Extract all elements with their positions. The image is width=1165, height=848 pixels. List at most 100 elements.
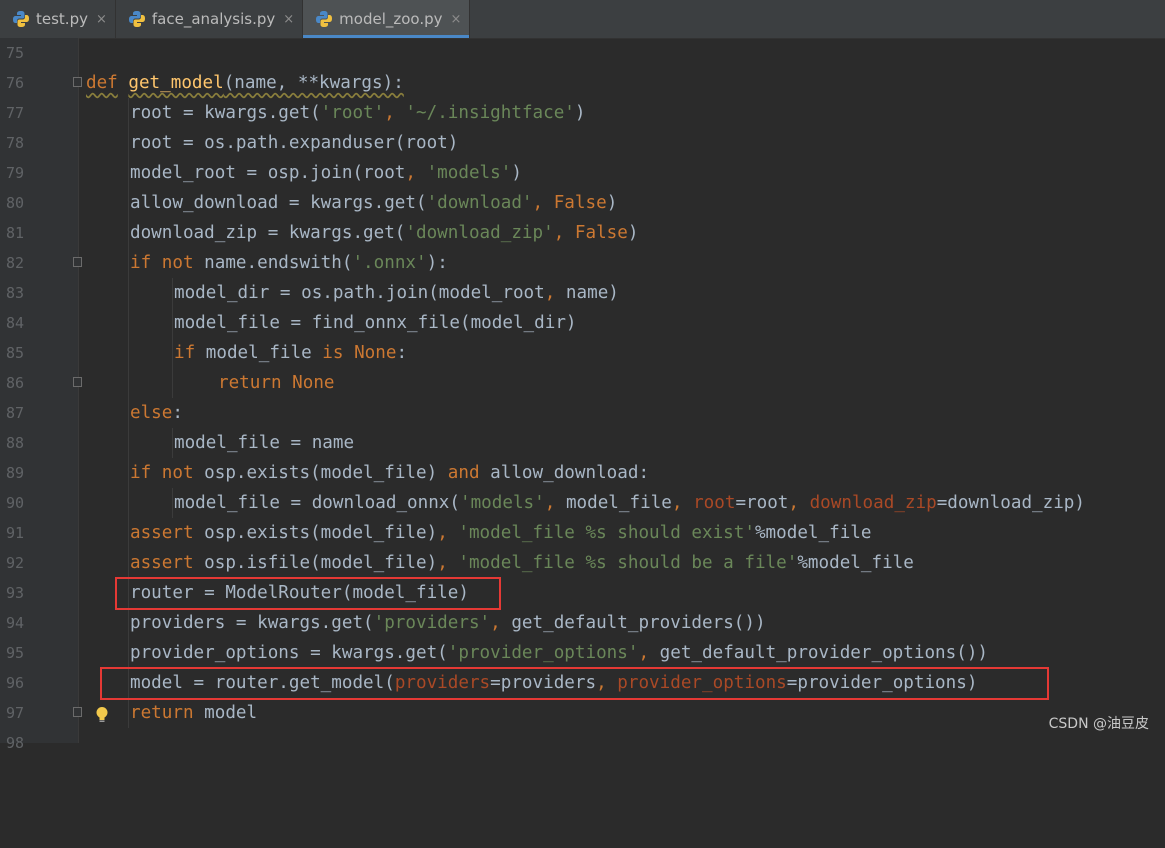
code-text: download_zip = kwargs.get(: [130, 223, 406, 243]
comma: ,: [490, 613, 512, 633]
keyword: and: [447, 463, 480, 483]
code-line[interactable]: 82 if not name.endswith('.onnx'):: [0, 248, 448, 278]
string-literal: 'provider_options': [447, 643, 639, 663]
code-text: osp.isfile(model_file): [193, 553, 438, 573]
keyword-argument: download_zip: [809, 493, 937, 513]
code-line[interactable]: 94 providers = kwargs.get('providers', g…: [0, 608, 766, 638]
code-text: allow_download:: [479, 463, 650, 483]
code-line[interactable]: 89 if not osp.exists(model_file) and all…: [0, 458, 649, 488]
comma: ,: [384, 103, 406, 123]
close-icon[interactable]: ×: [451, 12, 462, 27]
comma: ,: [788, 493, 810, 513]
fold-icon[interactable]: [73, 377, 82, 387]
comma: ,: [405, 163, 427, 183]
line-number: 89: [6, 464, 25, 482]
highlight-box-model: [100, 667, 1049, 700]
fold-icon[interactable]: [73, 257, 82, 267]
keyword: None: [292, 373, 335, 393]
code-line[interactable]: 78 root = os.path.expanduser(root): [0, 128, 458, 158]
keyword: False: [553, 193, 607, 213]
line-number: 90: [6, 494, 25, 512]
code-line[interactable]: 97 return model: [0, 698, 257, 728]
string-literal: 'models': [460, 493, 545, 513]
code-text: ): [606, 193, 618, 213]
code-line[interactable]: 79 model_root = osp.join(root, 'models'): [0, 158, 522, 188]
code-line[interactable]: 80 allow_download = kwargs.get('download…: [0, 188, 617, 218]
code-line[interactable]: 75: [0, 38, 42, 68]
python-file-icon: [316, 11, 333, 27]
code-line[interactable]: 91 assert osp.exists(model_file), 'model…: [0, 518, 872, 548]
comma: ,: [638, 643, 660, 663]
keyword: return: [218, 373, 282, 393]
code-text: =root: [735, 493, 789, 513]
code-line[interactable]: 77 root = kwargs.get('root', '~/.insight…: [0, 98, 586, 128]
code-text: osp.exists(model_file): [193, 523, 438, 543]
code-text: (name, **kwargs):: [223, 73, 404, 93]
comma: ,: [553, 223, 575, 243]
code-line[interactable]: 96 model = router.get_model(providers=pr…: [0, 668, 977, 698]
code-text: ): [511, 163, 522, 183]
line-number: 77: [6, 104, 25, 122]
python-file-icon: [128, 11, 145, 27]
tab-label: face_analysis.py: [151, 10, 276, 28]
line-number: 91: [6, 524, 25, 542]
code-text: =download_zip): [936, 493, 1085, 513]
code-line[interactable]: 92 assert osp.isfile(model_file), 'model…: [0, 548, 914, 578]
keyword: assert: [130, 523, 194, 543]
keyword: if: [130, 253, 152, 273]
code-editor[interactable]: 75 76 def get_model(name, **kwargs): 77 …: [0, 38, 1165, 752]
code-text: model_file = name: [174, 433, 355, 453]
line-number: 78: [6, 134, 25, 152]
code-line[interactable]: 87 else:: [0, 398, 183, 428]
comma: ,: [671, 493, 694, 513]
string-literal: 'root': [320, 103, 385, 123]
string-literal: 'download': [426, 193, 533, 213]
code-text: model_file = download_onnx(: [174, 493, 460, 513]
code-text: model_file: [195, 343, 323, 363]
string-literal: 'download_zip': [405, 223, 554, 243]
code-line[interactable]: 95 provider_options = kwargs.get('provid…: [0, 638, 988, 668]
keyword-argument: root: [693, 493, 736, 513]
tab-face-analysis-py[interactable]: face_analysis.py ×: [116, 0, 304, 38]
keyword: def: [86, 73, 118, 93]
highlight-box-router: [115, 577, 501, 610]
fold-icon[interactable]: [73, 707, 82, 717]
code-line[interactable]: 98: [0, 728, 42, 758]
code-line[interactable]: 93 router = ModelRouter(model_file): [0, 578, 469, 608]
close-icon[interactable]: ×: [283, 12, 294, 27]
keyword: assert: [130, 553, 194, 573]
code-text: root = kwargs.get(: [130, 103, 321, 123]
code-line[interactable]: 86 return None: [0, 368, 335, 398]
python-file-icon: [13, 11, 29, 27]
code-text: osp.exists(model_file): [193, 463, 448, 483]
code-line[interactable]: 90 model_file = download_onnx('models', …: [0, 488, 1085, 518]
indent-guide: [128, 98, 129, 728]
tab-test-py[interactable]: test.py ×: [0, 0, 116, 38]
code-text: allow_download = kwargs.get(: [130, 193, 427, 213]
code-text: :: [172, 403, 183, 423]
tab-label: model_zoo.py: [339, 10, 443, 28]
code-line[interactable]: 76 def get_model(name, **kwargs):: [0, 68, 404, 98]
line-number: 98: [6, 734, 25, 752]
code-text: ): [574, 103, 586, 123]
tab-model-zoo-py[interactable]: model_zoo.py ×: [303, 0, 471, 38]
line-number: 75: [6, 44, 25, 62]
close-icon[interactable]: ×: [96, 12, 107, 27]
code-line[interactable]: 81 download_zip = kwargs.get('download_z…: [0, 218, 638, 248]
string-literal: 'providers': [373, 613, 491, 633]
code-line[interactable]: 84 model_file = find_onnx_file(model_dir…: [0, 308, 577, 338]
code-line[interactable]: 83 model_dir = os.path.join(model_root, …: [0, 278, 619, 308]
code-line[interactable]: 88 model_file = name: [0, 428, 354, 458]
indent-guide: [172, 278, 173, 398]
line-number: 94: [6, 614, 25, 632]
code-line[interactable]: 85 if model_file is None:: [0, 338, 407, 368]
fold-icon[interactable]: [73, 77, 82, 87]
line-number: 86: [6, 374, 25, 392]
code-text: name): [565, 283, 619, 303]
lightbulb-icon[interactable]: [95, 706, 109, 724]
string-literal: 'model_file %s should be a file': [458, 553, 798, 573]
line-number: 81: [6, 224, 25, 242]
code-text: model: [193, 703, 258, 723]
line-number: 82: [6, 254, 25, 272]
line-number: 95: [6, 644, 25, 662]
